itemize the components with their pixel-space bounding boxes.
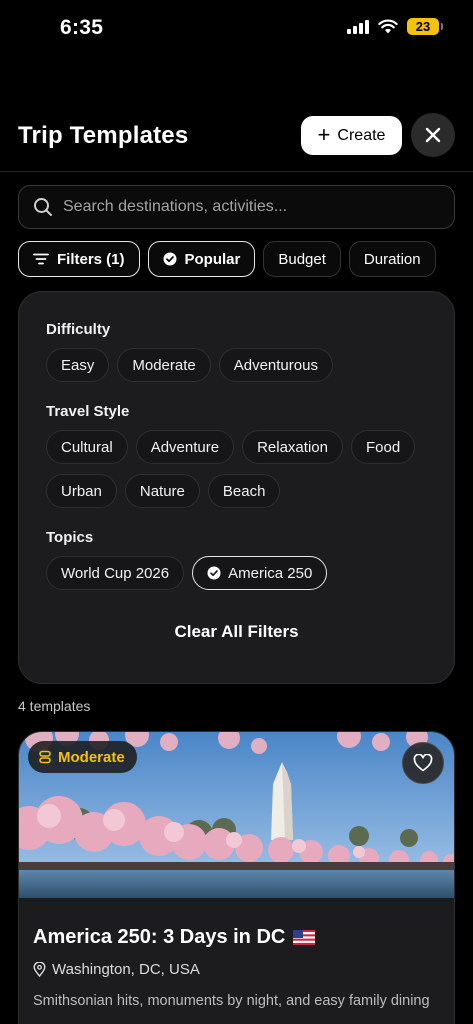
results-count: 4 templates [18,698,91,714]
topics-options: World Cup 2026 America 250 [46,556,328,590]
difficulty-options: Easy Moderate Adventurous [46,348,333,382]
topics-section-label: Topics [46,529,94,546]
travel-style-section-label: Travel Style [46,403,130,420]
status-icons: 23 [347,18,443,35]
close-button[interactable] [411,113,455,157]
budget-chip[interactable]: Budget [263,241,341,277]
travel-style-options-row-2: Urban Nature Beach [46,474,281,508]
filter-lines-icon [33,253,49,265]
travel-style-option-beach[interactable]: Beach [207,474,281,508]
popular-chip[interactable]: Popular [147,241,256,277]
difficulty-option-adventurous[interactable]: Adventurous [218,348,333,382]
travel-style-option-relaxation[interactable]: Relaxation [242,430,343,464]
filters-chip[interactable]: Filters (1) [18,241,140,277]
card-title-text: America 250: 3 Days in DC [33,926,286,948]
difficulty-badge: Moderate [28,741,137,773]
wifi-icon [378,19,398,34]
travel-style-option-food[interactable]: Food [350,430,416,464]
search-input[interactable] [63,198,443,216]
popular-chip-label: Popular [184,250,241,268]
difficulty-option-easy[interactable]: Easy [46,348,110,382]
difficulty-section-label: Difficulty [46,321,111,338]
check-circle-icon [163,252,177,266]
page-title: Trip Templates [18,122,189,149]
template-card[interactable]: Moderate America 250: 3 Days in DC Washi… [18,731,455,1024]
topic-option-america-250-label: America 250 [228,564,313,582]
check-circle-icon [207,566,221,580]
create-button[interactable]: + Create [301,116,402,155]
card-description: Smithsonian hits, monuments by night, an… [33,993,430,1009]
map-pin-icon [33,962,46,977]
travel-style-option-urban[interactable]: Urban [46,474,117,508]
status-time: 6:35 [60,16,104,39]
duration-chip-label: Duration [363,250,421,268]
search-icon [34,198,52,216]
status-bar: 6:35 23 [0,0,473,56]
filters-chip-label: Filters (1) [57,250,125,268]
search-box[interactable] [18,185,455,229]
heart-icon [413,754,433,772]
header: Trip Templates + Create [0,112,473,172]
topic-option-world-cup-2026[interactable]: World Cup 2026 [46,556,185,590]
duration-chip[interactable]: Duration [348,241,436,277]
battery-icon: 23 [407,18,443,35]
difficulty-stack-icon [39,750,51,764]
difficulty-badge-label: Moderate [58,748,125,766]
plus-icon: + [317,121,331,147]
travel-style-option-cultural[interactable]: Cultural [46,430,128,464]
travel-style-option-adventure[interactable]: Adventure [135,430,235,464]
favorite-button[interactable] [402,742,444,784]
filter-chip-row: Filters (1) Popular Budget Duration [18,241,436,277]
clear-all-filters-button[interactable]: Clear All Filters [19,622,454,642]
travel-style-option-nature[interactable]: Nature [124,474,200,508]
card-title: America 250: 3 Days in DC [33,926,316,949]
card-location: Washington, DC, USA [33,961,200,978]
close-icon [425,127,441,143]
create-button-label: Create [337,126,386,144]
travel-style-options-row-1: Cultural Adventure Relaxation Food [46,430,416,464]
budget-chip-label: Budget [278,250,326,268]
filter-panel: Difficulty Easy Moderate Adventurous Tra… [18,291,455,684]
topic-option-america-250[interactable]: America 250 [192,556,328,590]
card-location-text: Washington, DC, USA [52,961,200,978]
cellular-signal-icon [347,19,369,34]
us-flag-icon [293,930,316,945]
difficulty-option-moderate[interactable]: Moderate [117,348,211,382]
